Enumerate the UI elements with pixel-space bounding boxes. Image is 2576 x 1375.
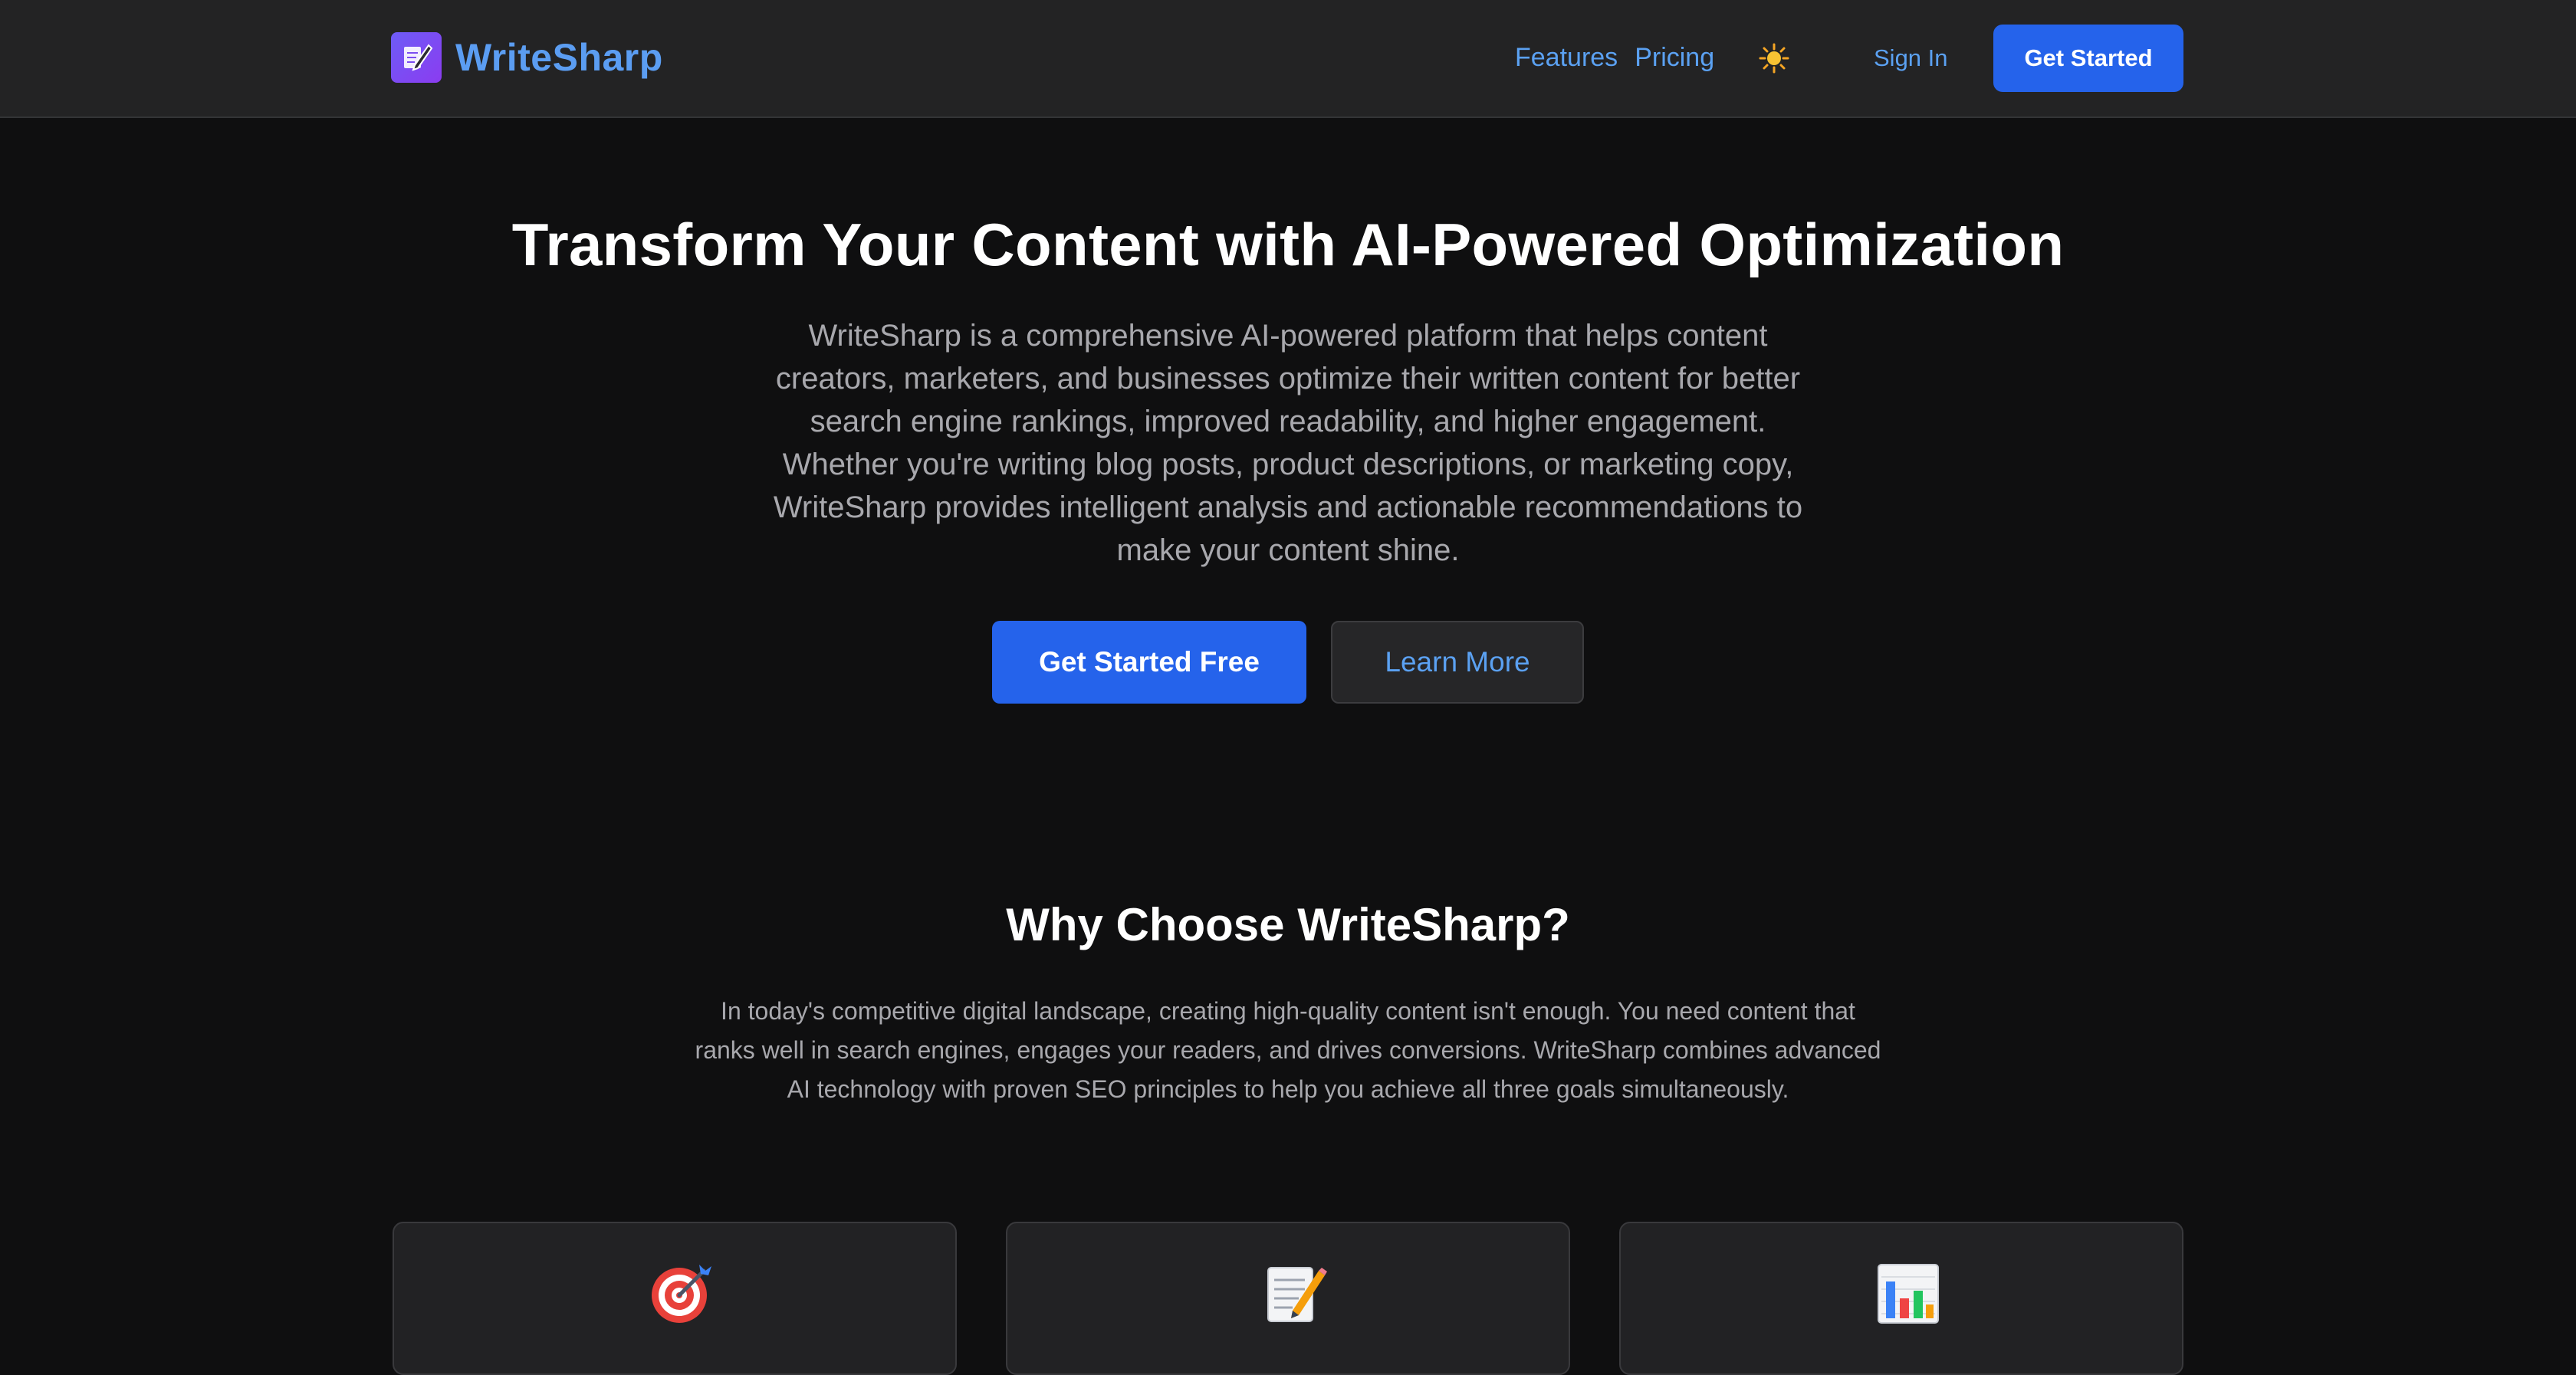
brand-logo[interactable]: WriteSharp <box>391 32 663 83</box>
target-icon <box>649 1260 715 1326</box>
brand-name: WriteSharp <box>455 36 663 79</box>
get-started-free-button[interactable]: Get Started Free <box>992 621 1306 704</box>
why-section-description: In today's competitive digital landscape… <box>695 997 1881 1103</box>
main-nav: Features Pricing <box>1515 38 1731 77</box>
learn-more-button[interactable]: Learn More <box>1331 621 1584 704</box>
nav-link-features[interactable]: Features <box>1515 43 1618 73</box>
feature-card-readability <box>1006 1222 1570 1375</box>
memo-icon <box>1262 1260 1328 1326</box>
hero-title: Transform Your Content with AI-Powered O… <box>511 211 2065 278</box>
sign-in-button[interactable]: Sign In <box>1874 40 1948 77</box>
bar-chart-icon <box>1875 1260 1941 1326</box>
hero-description: WriteSharp is a comprehensive AI-powered… <box>773 319 1803 567</box>
pen-writing-icon <box>391 32 442 83</box>
feature-card-analytics <box>1619 1222 2183 1375</box>
feature-card-seo <box>393 1222 957 1375</box>
nav-link-pricing[interactable]: Pricing <box>1635 43 1714 73</box>
site-header: WriteSharp Features Pricing Sign In Get … <box>0 0 2576 118</box>
why-section-title: Why Choose WriteSharp? <box>1006 899 1570 950</box>
get-started-button[interactable]: Get Started <box>1993 25 2183 92</box>
sun-icon[interactable] <box>1759 43 1789 74</box>
